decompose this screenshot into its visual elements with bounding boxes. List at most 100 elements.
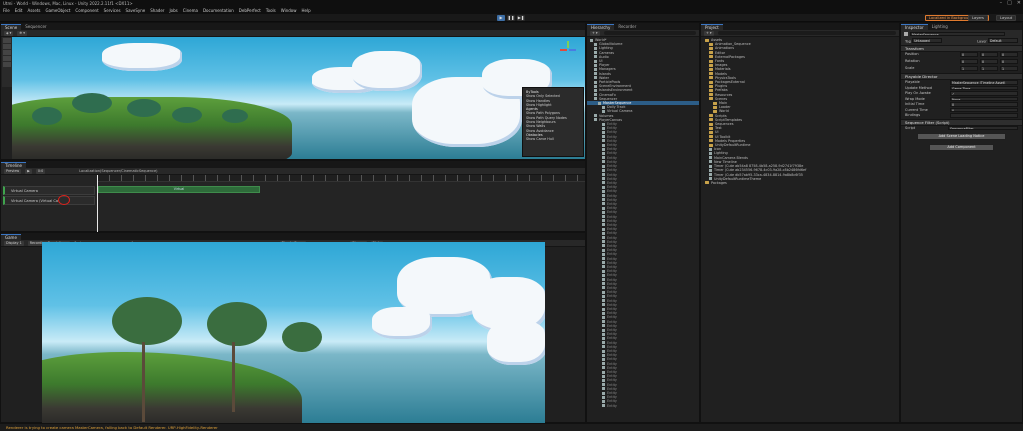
transform-x-field[interactable]: 0 [960, 59, 978, 64]
timeline-play-button[interactable]: ▶ [25, 168, 32, 174]
asset-icon [709, 164, 712, 168]
scale-tool-icon[interactable] [3, 56, 11, 61]
menu-item-savesyne[interactable]: SaveSyne [126, 8, 146, 13]
menu-item-window[interactable]: Window [281, 8, 297, 13]
scene-gizmo-icon[interactable] [560, 41, 576, 57]
inspector-panel: Inspector Lighting MasterSequence Tag Un… [900, 22, 1023, 423]
tag-dropdown[interactable]: Untagged [912, 38, 943, 43]
gameobject-icon [602, 345, 605, 349]
menu-item-shader[interactable]: Shader [150, 8, 164, 13]
gameobject-icon [602, 261, 605, 265]
rotate-tool-icon[interactable] [3, 50, 11, 55]
director-field[interactable]: Game Time [950, 85, 1018, 90]
tab-inspector[interactable]: Inspector [901, 24, 928, 30]
scene-viewport[interactable] [12, 37, 585, 159]
tab-game[interactable]: Game [1, 234, 21, 240]
menu-item-jobs[interactable]: Jobs [169, 8, 177, 13]
layers-dropdown[interactable]: Layers [968, 15, 988, 21]
step-button[interactable]: ▶❚ [517, 15, 525, 21]
folder-icon [709, 118, 713, 122]
menu-item-documentation[interactable]: Documentation [203, 8, 234, 13]
script-field[interactable]: SequenceFilter [948, 125, 1018, 130]
tab-project[interactable]: Project [701, 24, 723, 30]
layout-dropdown[interactable]: Layout [996, 15, 1017, 21]
display-dropdown[interactable]: Display 1 [4, 240, 24, 246]
tab-sequencer[interactable]: Sequencer [21, 24, 50, 30]
track-virtual-camera-2[interactable]: Virtual Camera (Virtual Ca [3, 196, 95, 205]
pause-button[interactable]: ❚❚ [507, 15, 515, 21]
maximize-button[interactable]: □ [1007, 0, 1012, 7]
packages-folder[interactable]: Packages [705, 181, 899, 185]
playable-director-header[interactable]: Playable Director [901, 73, 1022, 80]
transform-tool-chip[interactable]: ◈ ▾ [4, 30, 14, 36]
director-field[interactable] [950, 113, 1018, 118]
project-create-dropdown[interactable]: + ▾ [704, 30, 714, 36]
hierarchy-search-input[interactable] [603, 31, 696, 35]
gameobject-icon [602, 164, 605, 168]
transform-z-field[interactable]: 1 [1000, 66, 1018, 71]
folder-icon [709, 88, 713, 92]
create-dropdown[interactable]: + ▾ [590, 30, 600, 36]
add-component-button[interactable]: Add Component [929, 144, 994, 151]
preview-toggle[interactable]: Preview [4, 168, 22, 174]
menu-item-edit[interactable]: Edit [15, 8, 23, 13]
transform-x-field[interactable]: 0 [960, 52, 978, 57]
hierarchy-item[interactable]: Entity [587, 404, 699, 408]
folder-icon [713, 101, 717, 105]
menu-item-assets[interactable]: Assets [27, 8, 40, 13]
add-scene-loading-notice-button[interactable]: Add Scene Loading Notice [917, 133, 1006, 140]
director-field[interactable]: 0 [950, 102, 1018, 107]
folder-icon [709, 72, 713, 76]
gameobject-icon [594, 80, 597, 84]
timeline-time-field[interactable]: 0:0 [35, 168, 46, 174]
tab-lighting[interactable]: Lighting [928, 24, 952, 30]
move-tool-icon[interactable] [3, 44, 11, 49]
context-menu-item[interactable]: Show Carve Hull [526, 137, 580, 141]
menu-item-help[interactable]: Help [302, 8, 311, 13]
gameobject-icon [602, 215, 605, 219]
director-field[interactable]: 0 [950, 107, 1018, 112]
close-button[interactable]: ✕ [1017, 0, 1021, 7]
transform-y-field[interactable]: 0 [980, 52, 998, 57]
director-field[interactable]: MasterSequence (Timeline Asset) [950, 80, 1018, 85]
tab-hierarchy[interactable]: Hierarchy [587, 24, 615, 30]
gizmo-context-menu: ByTools Show Only Selected Show Handles Sho… [522, 87, 584, 157]
gameobject-icon [602, 236, 605, 240]
menu-item-cinema[interactable]: Cinema [183, 8, 198, 13]
folder-icon [709, 80, 713, 84]
transform-x-field[interactable]: 1 [960, 66, 978, 71]
game-viewport[interactable] [42, 242, 545, 423]
transform-z-field[interactable]: 0 [1000, 59, 1018, 64]
sequence-filter-header[interactable]: Sequence Filter (Script) [901, 118, 1022, 126]
folder-icon [709, 130, 713, 134]
transform-z-field[interactable]: 0 [1000, 52, 1018, 57]
gameobject-icon [602, 278, 605, 282]
timeline-clip[interactable]: Virtual [98, 186, 260, 193]
menu-item-tools[interactable]: Tools [266, 8, 276, 13]
menu-item-debperfect[interactable]: DebPerfect [239, 8, 261, 13]
hand-tool-icon[interactable] [3, 38, 11, 43]
director-field[interactable]: None [950, 96, 1018, 101]
tab-recorder[interactable]: Recorder [614, 24, 640, 30]
transform-y-field[interactable]: 1 [980, 66, 998, 71]
object-name-field[interactable]: MasterSequence [910, 31, 1005, 37]
timeline-ruler[interactable] [97, 175, 585, 182]
director-field[interactable]: ✓ [950, 91, 1018, 96]
menu-item-gameobject[interactable]: GameObject [45, 8, 70, 13]
project-search-input[interactable] [717, 31, 896, 35]
play-button[interactable]: ▶ [497, 15, 505, 21]
menu-item-component[interactable]: Component [75, 8, 98, 13]
menu-item-services[interactable]: Services [104, 8, 121, 13]
transform-y-field[interactable]: 0 [980, 59, 998, 64]
pivot-chip[interactable]: ⊕ ▾ [17, 30, 28, 36]
minimize-button[interactable]: – [1000, 0, 1003, 7]
gameobject-icon [602, 109, 605, 113]
layer-dropdown[interactable]: Default [988, 38, 1018, 43]
timeline-playhead[interactable] [97, 175, 98, 233]
tab-timeline[interactable]: Timeline [1, 162, 27, 168]
tab-scene[interactable]: Scene [1, 24, 22, 30]
rect-tool-icon[interactable] [3, 62, 11, 67]
menu-item-file[interactable]: File [3, 8, 10, 13]
track-virtual-camera[interactable]: Virtual Camera [3, 186, 95, 195]
transform-header[interactable]: Transform [901, 45, 1022, 52]
